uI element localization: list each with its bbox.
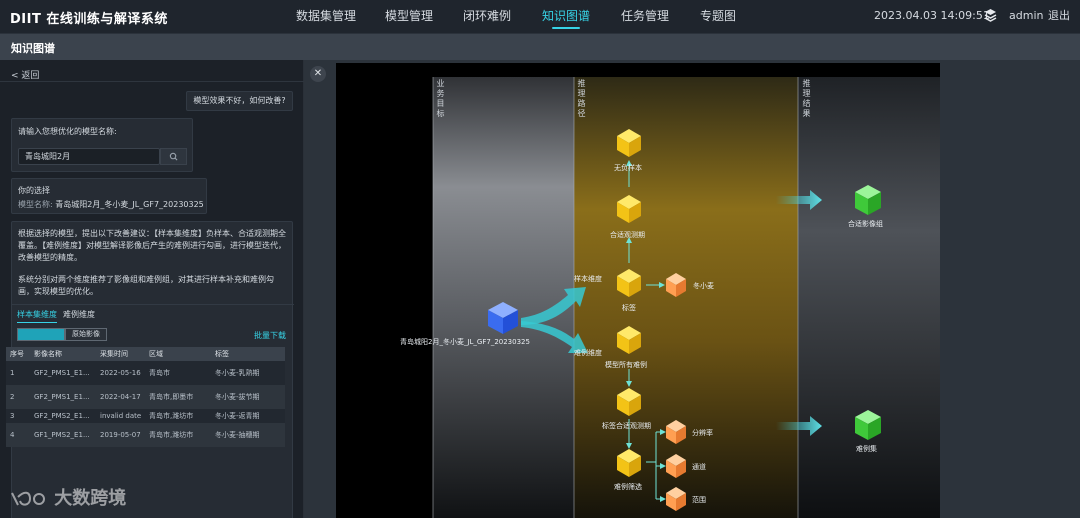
lane-business-goal <box>433 77 574 518</box>
advice-paragraph-2: 系统分别对两个维度推荐了影像组和难例组，对其进行样本补充和难例勾画，实现模型的优… <box>18 275 274 296</box>
app-title: 在线训练与解译系统 <box>46 12 168 27</box>
node-period-cube[interactable] <box>616 194 642 224</box>
node-range-cube[interactable] <box>665 486 687 512</box>
nav-item-tasks[interactable]: 任务管理 <box>621 0 669 34</box>
model-name-input[interactable]: 青岛城阳2月 <box>18 148 160 165</box>
node-resolution-label: 分辨率 <box>692 429 713 437</box>
lane-label-reasoning-result: 推理结果 <box>802 79 811 118</box>
lane-label-reasoning-path: 推理路径 <box>577 79 586 118</box>
logout-link[interactable]: 退出 <box>1048 0 1070 32</box>
node-all-hard-label: 模型所有难例 <box>605 361 647 369</box>
divider <box>0 81 304 82</box>
node-all-hard-cube[interactable] <box>616 325 642 355</box>
knowledge-graph-canvas: 业务目标 推理路径 推理结果 青岛城阳2月_冬小麦_JL_GF7_2023032… <box>336 63 940 518</box>
node-model-label: 青岛城阳2月_冬小麦_JL_GF7_20230325 <box>400 338 530 346</box>
search-button[interactable] <box>160 148 187 165</box>
segment-active[interactable] <box>17 328 65 341</box>
node-wheat-label: 冬小麦 <box>693 282 714 290</box>
choice-card: 你的选择 模型名称: 青岛城阳2月_冬小麦_JL_GF7_20230325 <box>11 178 207 214</box>
back-link[interactable]: < 返回 <box>11 68 39 81</box>
node-result-hard-set-cube[interactable] <box>854 409 882 441</box>
choice-key: 模型名称: <box>18 200 53 209</box>
datetime: 2023.04.03 14:09:51 <box>874 9 990 22</box>
result-hard-set-label: 难例集 <box>856 445 877 453</box>
node-label-label: 标签 <box>622 304 636 312</box>
col-header-index: 序号 <box>6 347 30 361</box>
table-row[interactable]: 1 GF2_PMS1_E1... 2022-05-16 青岛市 冬小麦-乳熟期 <box>6 361 285 385</box>
model-prompt-card: 请输入您想优化的模型名称: 青岛城阳2月 <box>11 118 193 172</box>
prompt-label: 请输入您想优化的模型名称: <box>18 127 117 136</box>
logo-text: DIIT <box>10 12 42 27</box>
node-model-cube[interactable] <box>487 301 519 335</box>
node-resolution-cube[interactable] <box>665 419 687 445</box>
node-label-cube[interactable] <box>616 268 642 298</box>
tab-hard-dimension[interactable]: 难例维度 <box>63 309 95 320</box>
node-hard-filter-label: 难例筛选 <box>614 483 642 491</box>
node-label-period-cube[interactable] <box>616 387 642 417</box>
col-header-capture-time: 采集时间 <box>96 347 145 361</box>
choice-value: 青岛城阳2月_冬小麦_JL_GF7_20230325 <box>55 200 204 209</box>
tab-sample-dimension[interactable]: 样本集维度 <box>17 309 57 323</box>
chat-panel: < 返回 模型效果不好，如何改善? 请输入您想优化的模型名称: 青岛城阳2月 你… <box>0 60 304 518</box>
lane-label-business-goal: 业务目标 <box>436 79 445 118</box>
node-label-period-label: 标签合适观测期 <box>602 422 651 430</box>
nav-item-dataset[interactable]: 数据集管理 <box>296 0 356 34</box>
col-header-label: 标签 <box>211 347 285 361</box>
nav-item-model[interactable]: 模型管理 <box>385 0 433 34</box>
nav-item-knowledge-graph[interactable]: 知识图谱 <box>542 0 590 34</box>
top-bar: DIIT 在线训练与解译系统 数据集管理 模型管理 闭环难例 知识图谱 任务管理… <box>0 0 1080 34</box>
user-message: 模型效果不好，如何改善? <box>186 91 293 111</box>
page-header: 知识图谱 <box>0 34 1080 60</box>
watermark: 大数跨境 <box>10 484 126 510</box>
node-wheat-cube[interactable] <box>665 272 687 298</box>
branch-lower-label: 难例维度 <box>574 349 602 357</box>
node-neg-label: 无负样本 <box>614 164 642 172</box>
table-header-row: 序号 影像名称 采集时间 区域 标签 <box>6 347 285 361</box>
result-image-group-label: 合适影像组 <box>848 220 883 228</box>
advice-paragraph-1: 根据选择的模型，提出以下改善建议：【样本集维度】负样本、合适观测期全覆盖。【难例… <box>18 229 286 262</box>
user-name[interactable]: admin <box>1009 0 1043 32</box>
app-logo: DIIT 在线训练与解译系统 <box>10 8 168 27</box>
table-row[interactable]: 2 GF2_PMS1_E1... 2022-04-17 青岛市,即墨市 冬小麦-… <box>6 385 285 409</box>
watermark-logo-icon <box>11 491 46 506</box>
nav-item-hard-examples[interactable]: 闭环难例 <box>463 0 511 34</box>
node-hard-filter-cube[interactable] <box>616 448 642 478</box>
col-header-image-name: 影像名称 <box>30 347 96 361</box>
layers-icon[interactable] <box>984 8 997 22</box>
page-title: 知识图谱 <box>11 42 55 55</box>
close-button[interactable]: ✕ <box>310 66 326 82</box>
choice-title: 你的选择 <box>18 186 50 195</box>
node-neg-sample-cube[interactable] <box>616 128 642 158</box>
search-icon <box>169 152 178 161</box>
bulk-download-link[interactable]: 批量下载 <box>254 330 286 341</box>
nav-item-thematic-map[interactable]: 专题图 <box>700 0 736 34</box>
table-row[interactable]: 3 GF2_PMS2_E1... invalid date 青岛市,潍坊市 冬小… <box>6 409 285 423</box>
node-channel-cube[interactable] <box>665 453 687 479</box>
table-row[interactable]: 4 GF1_PMS2_E1... 2019-05-07 青岛市,潍坊市 冬小麦-… <box>6 423 285 447</box>
branch-upper-label: 样本维度 <box>574 275 602 283</box>
node-range-label: 范围 <box>692 496 706 504</box>
node-period-label: 合适观测期 <box>610 231 645 239</box>
node-result-image-group-cube[interactable] <box>854 184 882 216</box>
col-header-region: 区域 <box>145 347 211 361</box>
close-icon: ✕ <box>313 68 323 79</box>
image-table: 序号 影像名称 采集时间 区域 标签 1 GF2_PMS1_E1... 2022… <box>6 347 285 447</box>
node-channel-label: 通道 <box>692 463 706 471</box>
segment-original-image[interactable]: 原始影像 <box>65 328 107 341</box>
